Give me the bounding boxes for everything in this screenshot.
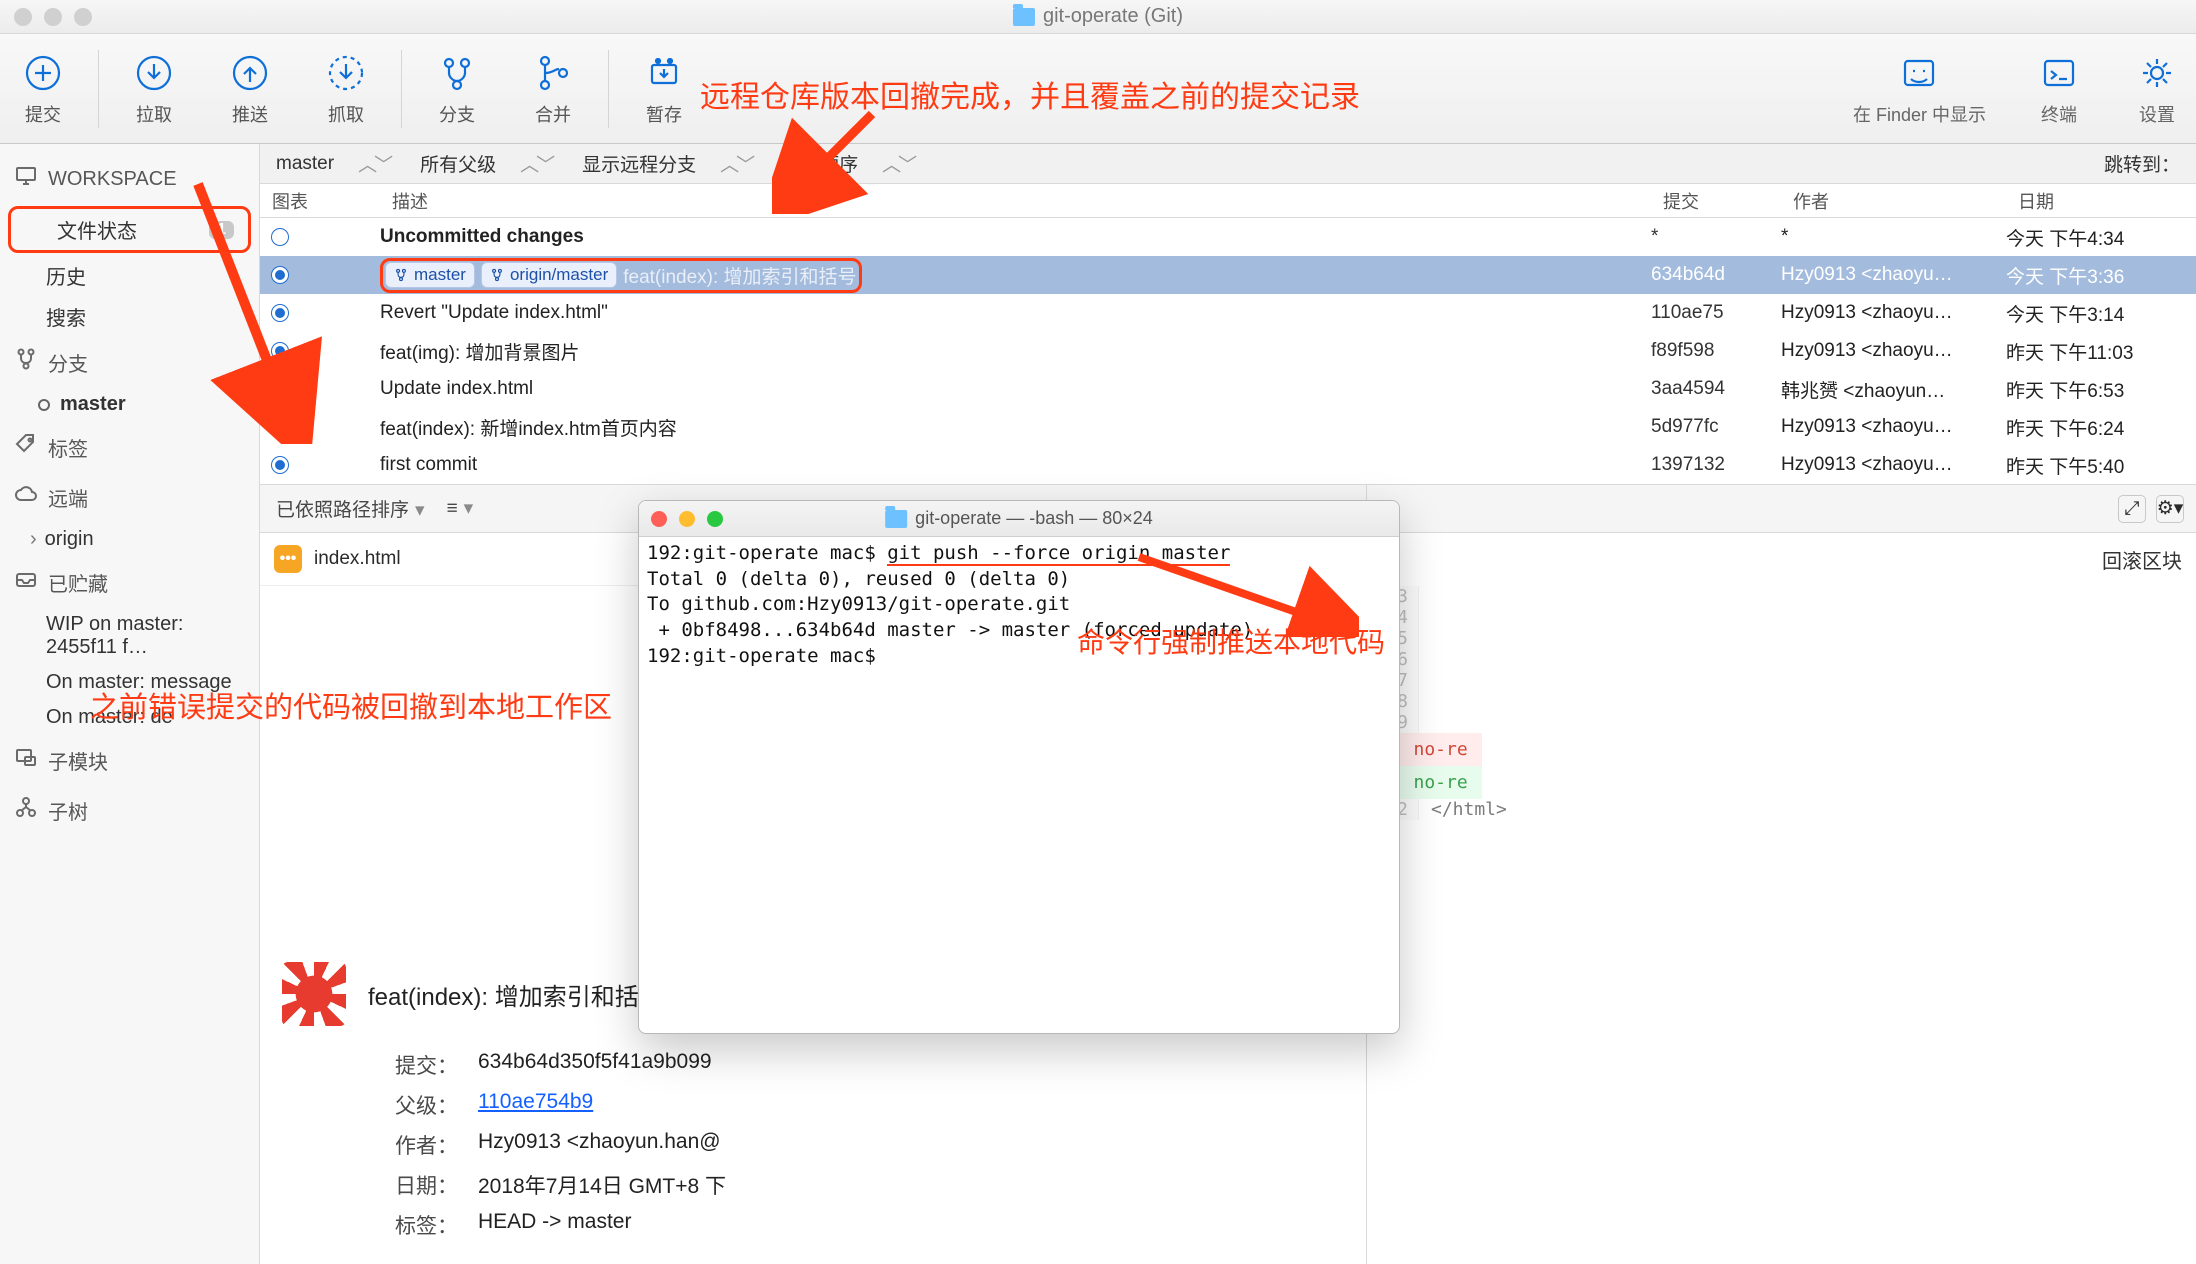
terminal-icon xyxy=(2037,51,2081,95)
file-modified-icon: ••• xyxy=(274,545,302,573)
file-status-badge: 1 xyxy=(209,221,234,239)
filter-parents[interactable]: 所有父级︿﹀ xyxy=(420,150,552,177)
diff-code: 23242526272829t: no-ret: no-re32</html> xyxy=(1367,586,2196,1264)
remotes-section[interactable]: 远端 xyxy=(0,472,259,522)
stash-item[interactable]: WIP on master: 2455f11 f… xyxy=(0,607,259,665)
branch-pill[interactable]: origin/master xyxy=(481,262,617,288)
window-title-text: git-operate (Git) xyxy=(1043,5,1183,28)
col-graph[interactable]: 图表 xyxy=(260,188,380,214)
show-in-finder-button[interactable]: 在 Finder 中显示 xyxy=(1853,51,1986,127)
settings-button[interactable]: 设置 xyxy=(2132,51,2182,127)
diff-toolbar: ⤢ ⚙︎▾ xyxy=(1367,485,2196,533)
submodule-icon xyxy=(14,745,38,775)
terminal-titlebar: git-operate — -bash — 80×24 xyxy=(639,501,1399,537)
terminal-window[interactable]: git-operate — -bash — 80×24 192:git-oper… xyxy=(638,500,1400,1034)
author-avatar xyxy=(282,962,346,1026)
sidebar-remote-origin[interactable]: origin xyxy=(0,522,259,557)
fetch-button[interactable]: 抓取 xyxy=(321,51,371,127)
commit-graph: Uncommitted changes**今天 下午4:34masterorig… xyxy=(260,218,2196,484)
merge-icon xyxy=(531,51,575,95)
pull-icon xyxy=(132,51,176,95)
merge-button[interactable]: 合并 xyxy=(528,51,578,127)
push-icon xyxy=(228,51,272,95)
sidebar-search[interactable]: 搜索 xyxy=(0,296,259,337)
filter-order[interactable]: 层级顺序︿﹀ xyxy=(782,150,914,177)
folder-icon xyxy=(885,510,907,528)
filter-bar: master︿﹀ 所有父级︿﹀ 显示远程分支︿﹀ 层级顺序︿﹀ 跳转到： xyxy=(260,144,2196,184)
col-desc[interactable]: 描述 xyxy=(380,188,1651,214)
stash-icon xyxy=(642,51,686,95)
diff-expand-icon[interactable]: ⤢ xyxy=(2118,495,2146,523)
annotation-terminal: 命令行强制推送本地代码 xyxy=(1077,621,1385,661)
subtree-icon xyxy=(14,795,38,825)
gear-icon xyxy=(2135,51,2179,95)
maximize-icon[interactable] xyxy=(74,8,92,26)
close-icon[interactable] xyxy=(14,8,32,26)
sidebar-branch-master[interactable]: master xyxy=(0,387,259,422)
subtrees-section[interactable]: 子树 xyxy=(0,785,259,835)
window-titlebar: git-operate (Git) xyxy=(0,0,2196,34)
commit-row[interactable]: feat(index): 新增index.htm首页内容5d977fcHzy09… xyxy=(260,408,2196,446)
inbox-icon xyxy=(14,567,38,597)
stashes-section[interactable]: 已贮藏 xyxy=(0,557,259,607)
chevron-right-icon xyxy=(30,528,37,551)
terminal-button[interactable]: 终端 xyxy=(2034,51,2084,127)
diff-panel: ⤢ ⚙︎▾ 回滚区块 23242526272829t: no-ret: no-r… xyxy=(1366,485,2196,1264)
maximize-icon[interactable] xyxy=(707,511,723,527)
workspace-section: WORKSPACE xyxy=(0,154,259,204)
column-header: 图表 描述 提交 作者 日期 xyxy=(260,184,2196,218)
commit-row[interactable]: Revert "Update index.html"110ae75Hzy0913… xyxy=(260,294,2196,332)
monitor-icon xyxy=(14,164,38,194)
fetch-icon xyxy=(324,51,368,95)
parent-link[interactable]: 110ae754b9 xyxy=(478,1090,593,1113)
finder-icon xyxy=(1897,51,1941,95)
branches-section[interactable]: 分支 xyxy=(0,337,259,387)
filter-branch[interactable]: master︿﹀ xyxy=(276,150,390,177)
commit-title: feat(index): 增加索引和括号 xyxy=(368,977,663,1012)
stash-button[interactable]: 暂存 xyxy=(639,51,689,127)
list-style-dropdown[interactable]: ≡ xyxy=(447,497,474,520)
commit-row[interactable]: Update index.html3aa4594韩兆赟 <zhaoyun…昨天 … xyxy=(260,370,2196,408)
col-commit[interactable]: 提交 xyxy=(1651,188,1781,214)
commit-row[interactable]: feat(img): 增加背景图片f89f598Hzy0913 <zhaoyu…… xyxy=(260,332,2196,370)
minimize-icon[interactable] xyxy=(44,8,62,26)
sidebar-file-status[interactable]: 文件状态 1 xyxy=(11,209,248,250)
branch-pill[interactable]: master xyxy=(385,262,475,288)
annotation-top: 远程仓库版本回撤完成，并且覆盖之前的提交记录 xyxy=(700,72,1360,116)
terminal-title-text: git-operate — -bash — 80×24 xyxy=(915,508,1153,529)
commit-row[interactable]: Uncommitted changes**今天 下午4:34 xyxy=(260,218,2196,256)
minimize-icon[interactable] xyxy=(679,511,695,527)
path-sort-dropdown[interactable]: 已依照路径排序 xyxy=(276,495,425,522)
branch-icon xyxy=(14,347,38,377)
folder-icon xyxy=(1013,8,1035,26)
col-date[interactable]: 日期 xyxy=(2006,188,2196,214)
tags-section[interactable]: 标签 xyxy=(0,422,259,472)
toolbar: 提交 拉取 推送 抓取 分支 合并 暂存 远程仓 xyxy=(0,34,2196,144)
tag-icon xyxy=(14,432,38,462)
terminal-body[interactable]: 192:git-operate mac$ git push --force or… xyxy=(639,537,1399,1033)
commit-hash: 634b64d350f5f41a9b099 xyxy=(478,1050,1344,1080)
close-icon[interactable] xyxy=(651,511,667,527)
rollback-header[interactable]: 回滚区块 xyxy=(1367,533,2196,586)
diff-gear-icon[interactable]: ⚙︎▾ xyxy=(2156,495,2184,523)
jump-to-label: 跳转到： xyxy=(2104,150,2180,177)
annotation-left: 之前错误提交的代码被回撤到本地工作区 xyxy=(90,684,612,726)
commit-button[interactable]: 提交 xyxy=(18,51,68,127)
cloud-icon xyxy=(14,482,38,512)
filter-remote[interactable]: 显示远程分支︿﹀ xyxy=(582,150,752,177)
submodules-section[interactable]: 子模块 xyxy=(0,735,259,785)
file-name: index.html xyxy=(314,548,401,570)
window-title: git-operate (Git) xyxy=(1013,5,1183,28)
commit-row[interactable]: first commit1397132Hzy0913 <zhaoyu…昨天 下午… xyxy=(260,446,2196,484)
branch-button[interactable]: 分支 xyxy=(432,51,482,127)
window-traffic-lights[interactable] xyxy=(14,8,92,26)
commit-icon xyxy=(21,51,65,95)
branch-icon xyxy=(435,51,479,95)
col-author[interactable]: 作者 xyxy=(1781,188,2006,214)
sidebar-history[interactable]: 历史 xyxy=(0,255,259,296)
terminal-traffic-lights[interactable] xyxy=(651,511,723,527)
commit-row[interactable]: masterorigin/master feat(index): 增加索引和括号… xyxy=(260,256,2196,294)
push-button[interactable]: 推送 xyxy=(225,51,275,127)
pull-button[interactable]: 拉取 xyxy=(129,51,179,127)
